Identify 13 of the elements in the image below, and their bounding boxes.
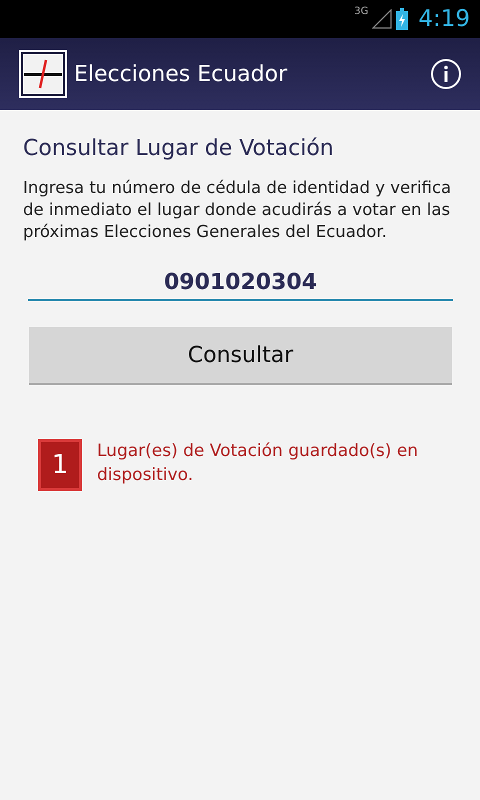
description: Ingresa tu número de cédula de identidad y verifica de inmediato el lugar donde acudirás a votar en las próximas Elecciones Generales del Ecuador. xyxy=(23,177,452,243)
app-title: Elecciones Ecuador xyxy=(74,62,288,86)
heading: Consultar Lugar de Votación xyxy=(23,136,335,161)
app-logo-icon xyxy=(19,50,67,98)
id-input-field[interactable]: 0901020304 xyxy=(28,265,453,301)
info-icon[interactable] xyxy=(430,58,462,90)
saved-message: Lugar(es) de Votación guardado(s) en dispositivo. xyxy=(97,440,420,487)
battery-icon xyxy=(396,8,408,30)
consultar-button[interactable]: Consultar xyxy=(29,327,452,385)
network-type: 3G xyxy=(354,6,368,17)
clock: 4:19 xyxy=(418,6,470,32)
saved-count-badge: 1 xyxy=(38,439,82,491)
signal-icon xyxy=(372,9,392,29)
